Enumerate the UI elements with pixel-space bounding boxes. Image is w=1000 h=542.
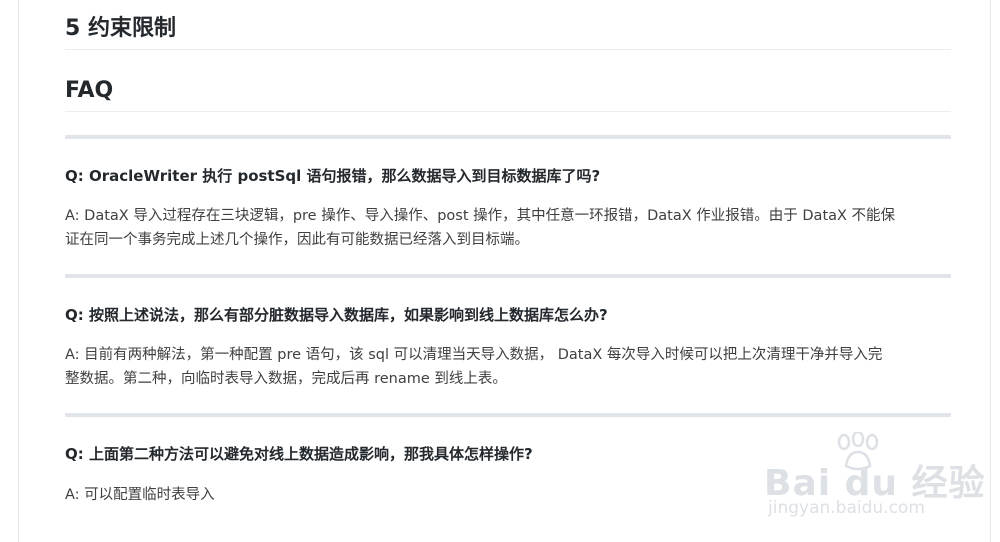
faq-answer-1-line-2: 证在同一个事务完成上述几个操作，因此有可能数据已经落入到目标端。 (65, 232, 529, 248)
horizontal-rule (65, 135, 951, 139)
left-border (18, 0, 19, 542)
horizontal-rule (65, 413, 951, 417)
baidu-jingyan-watermark: Bai du 经验 jingyan.baidu.com (764, 432, 985, 524)
faq-answer-1-line-1: A: DataX 导入过程存在三块逻辑，pre 操作、导入操作、post 操作，… (65, 208, 896, 224)
horizontal-rule (65, 274, 951, 278)
right-border (990, 0, 991, 542)
faq-question-1: Q: OracleWriter 执行 postSql 语句报错，那么数据导入到目… (65, 167, 601, 185)
section-heading-constraints: 5 约束限制 (65, 14, 951, 50)
faq-question-2: Q: 按照上述说法，那么有部分脏数据导入数据库，如果影响到线上数据库怎么办? (65, 306, 608, 324)
faq-answer-2-line-1: A: 目前有两种解法，第一种配置 pre 语句，该 sql 可以清理当天导入数据… (65, 347, 883, 363)
faq-answer-2-line-2: 整数据。第二种，向临时表导入数据，完成后再 rename 到线上表。 (65, 371, 507, 387)
section-heading-faq: FAQ (65, 76, 951, 112)
watermark-url: jingyan.baidu.com (768, 498, 925, 518)
